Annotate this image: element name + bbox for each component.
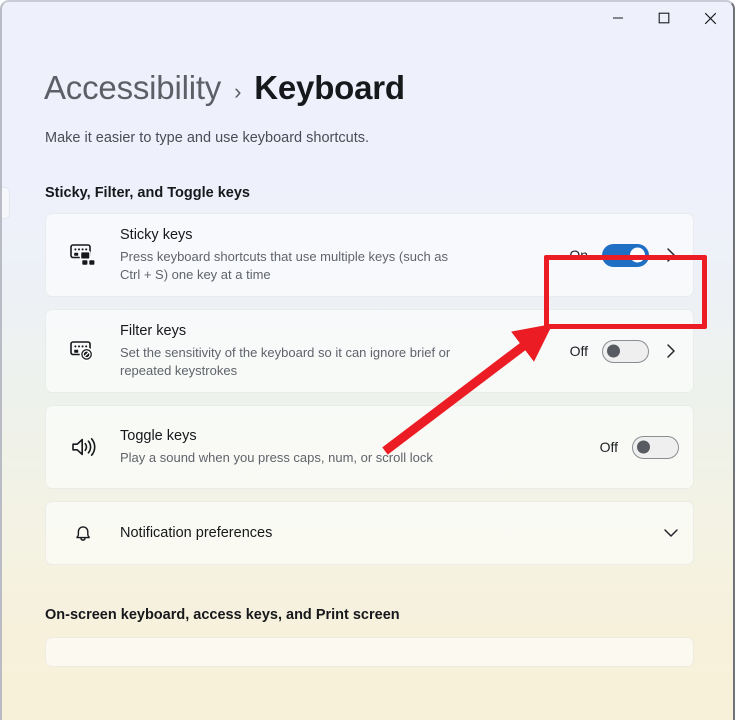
bell-icon <box>63 521 103 545</box>
page-title: Keyboard <box>254 69 405 106</box>
setting-description: Set the sensitivity of the keyboard so i… <box>120 344 451 379</box>
setting-card-text: Toggle keys Play a sound when you press … <box>103 427 594 467</box>
setting-card-text: Sticky keys Press keyboard shortcuts tha… <box>103 226 564 285</box>
setting-title: Notification preferences <box>120 524 273 541</box>
breadcrumb-separator-icon: › <box>234 79 242 104</box>
toggle-knob <box>630 247 645 263</box>
breadcrumb: Accessibility › Keyboard <box>44 69 733 106</box>
setting-card-controls: Off <box>564 339 679 363</box>
toggle-keys-sound-icon <box>63 435 103 459</box>
settings-window: Accessibility › Keyboard Make it easier … <box>0 0 735 720</box>
sticky-keys-icon <box>63 243 103 267</box>
setting-card-sticky-keys[interactable]: Sticky keys Press keyboard shortcuts tha… <box>45 213 694 298</box>
section-heading-onscreen-keyboard: On-screen keyboard, access keys, and Pri… <box>45 607 400 624</box>
toggle-knob <box>637 440 650 454</box>
page-subtitle: Make it easier to type and use keyboard … <box>45 130 370 147</box>
setting-card-text: Filter keys Set the sensitivity of the k… <box>103 322 564 381</box>
setting-card-controls: On <box>564 243 679 267</box>
breadcrumb-link-accessibility[interactable]: Accessibility <box>44 69 221 106</box>
chevron-right-icon-sticky-keys[interactable] <box>663 247 679 263</box>
maximize-button[interactable] <box>641 2 687 34</box>
setting-card-controls <box>663 528 679 538</box>
setting-card-controls: Off <box>594 435 679 459</box>
sticky-keys-state-label: On <box>569 247 588 264</box>
toggle-knob <box>607 344 620 358</box>
setting-title: Filter keys <box>120 322 187 339</box>
filter-keys-toggle[interactable] <box>602 339 649 363</box>
minimize-icon <box>612 12 624 24</box>
setting-description: Play a sound when you press caps, num, o… <box>120 449 433 465</box>
window-titlebar <box>2 2 733 48</box>
setting-card-filter-keys[interactable]: Filter keys Set the sensitivity of the k… <box>45 309 694 394</box>
setting-card-toggle-keys[interactable]: Toggle keys Play a sound when you press … <box>45 405 694 490</box>
setting-description: Press keyboard shortcuts that use multip… <box>120 248 449 283</box>
close-button[interactable] <box>687 2 733 34</box>
filter-keys-icon <box>63 339 103 363</box>
setting-card-notification-preferences[interactable]: Notification preferences <box>45 501 694 566</box>
setting-title: Toggle keys <box>120 428 197 445</box>
filter-keys-state-label: Off <box>569 343 588 360</box>
toggle-keys-state-label: Off <box>599 439 618 456</box>
settings-content: Accessibility › Keyboard Make it easier … <box>2 48 733 668</box>
chevron-right-icon-filter-keys[interactable] <box>663 343 679 359</box>
close-icon <box>704 12 717 25</box>
setting-card-placeholder[interactable] <box>45 637 694 668</box>
chevron-down-icon-notification-preferences[interactable] <box>663 528 679 538</box>
toggle-keys-toggle[interactable] <box>632 435 679 459</box>
minimize-button[interactable] <box>595 2 641 34</box>
sticky-keys-toggle[interactable] <box>602 243 649 267</box>
maximize-icon <box>658 12 670 24</box>
setting-card-text: Notification preferences <box>103 524 663 544</box>
setting-title: Sticky keys <box>120 226 193 243</box>
section-heading-sticky-filter-toggle: Sticky, Filter, and Toggle keys <box>45 185 250 202</box>
